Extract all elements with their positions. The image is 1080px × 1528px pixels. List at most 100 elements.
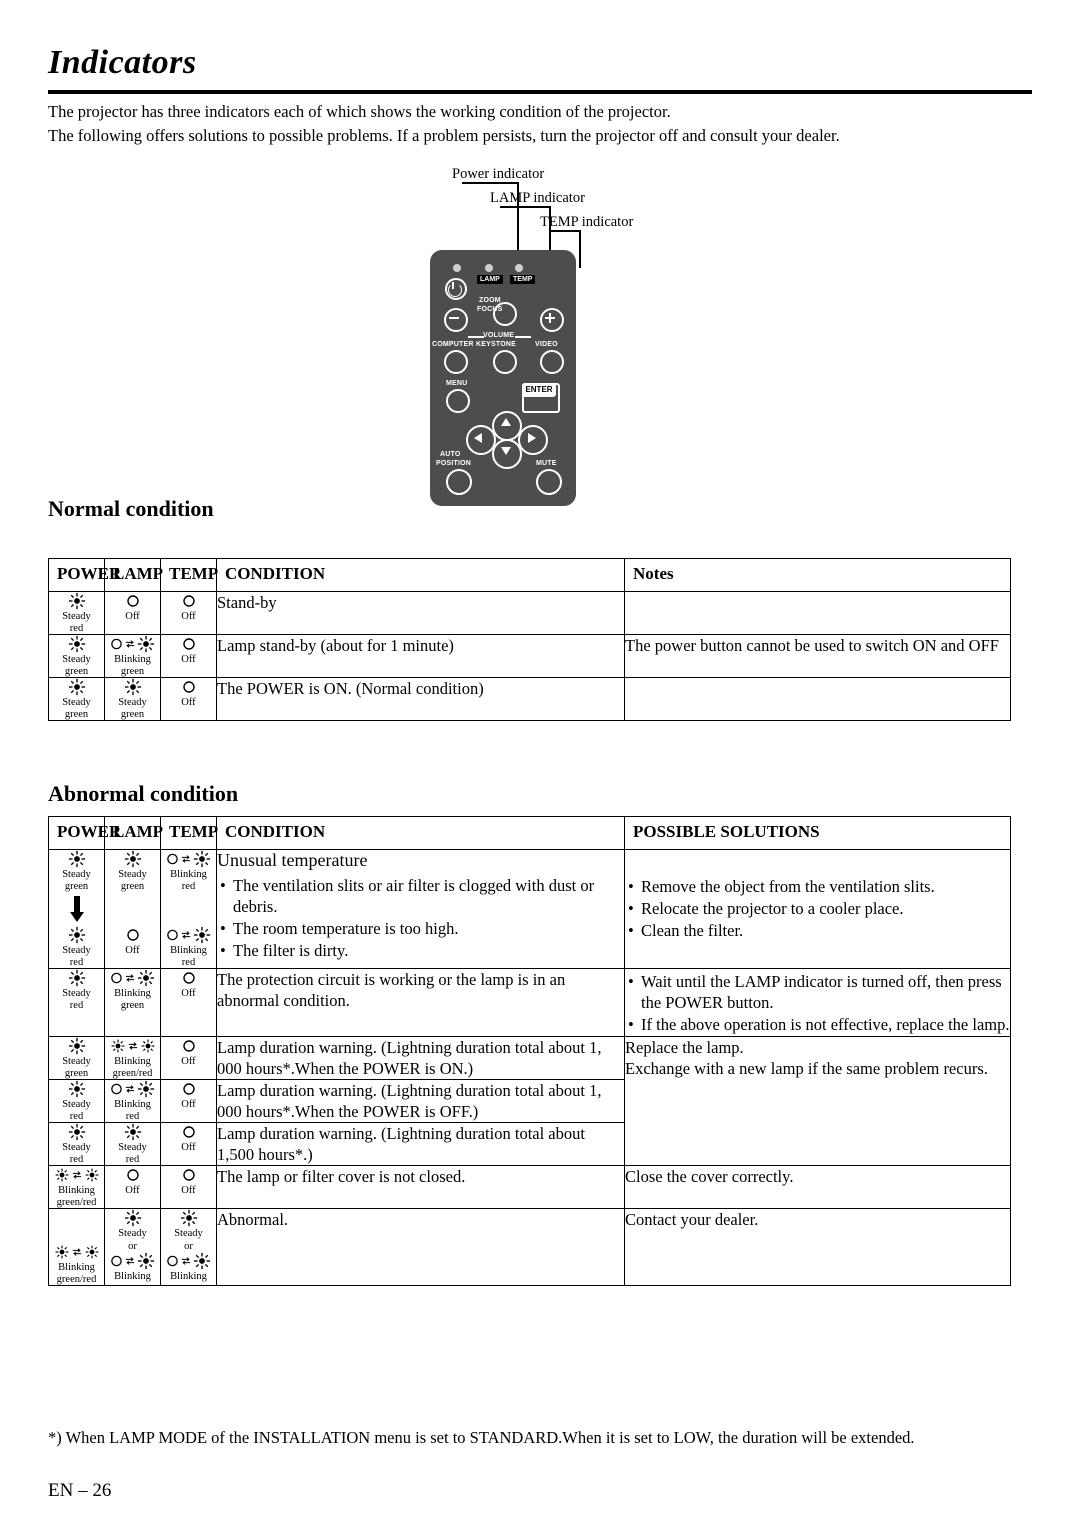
auto-label: AUTO (440, 451, 461, 458)
cell-lamp: Steady green Off (104, 849, 161, 969)
icon-blinking-alt (49, 1243, 104, 1261)
icon-label: Off (181, 697, 196, 708)
lamp-label: LAMP (477, 275, 503, 284)
cell-power: Steady red (48, 968, 105, 1037)
icon-label: Blinking (114, 1271, 151, 1282)
col-temp: TEMP (160, 558, 218, 592)
cell-condition: Stand-by (216, 591, 625, 635)
mute-button[interactable] (536, 469, 562, 495)
col-lamp: LAMP (104, 816, 163, 850)
icon-label: Blinking green (114, 654, 151, 677)
lamp-indicator-led (485, 264, 493, 272)
icon-label: Steady red (62, 1099, 91, 1122)
cell-lamp: Blinking red (104, 1079, 161, 1123)
keystone-button[interactable] (493, 350, 517, 374)
icon-label: Blinking green/red (56, 1185, 97, 1208)
cell-power: Steady green Steady red (48, 849, 105, 969)
icon-off (105, 1166, 160, 1184)
icon-off (161, 969, 216, 987)
cell-power: Steady red (48, 591, 105, 635)
icon-steady (49, 1037, 104, 1055)
computer-label: COMPUTER (432, 341, 474, 348)
icon-blinking (105, 1252, 160, 1270)
keystone-label: KEYSTONE (476, 341, 516, 348)
col-condition: CONDITION (216, 816, 625, 850)
col-lamp: LAMP (104, 558, 163, 592)
focus-button[interactable] (493, 302, 517, 326)
icon-label: Steady green (62, 1056, 91, 1079)
remote-control-diagram: Power indicator LAMP indicator TEMP indi… (430, 166, 690, 506)
cell-temp: Off (160, 591, 217, 635)
menu-button[interactable] (446, 389, 470, 413)
cell-solutions: Contact your dealer. (624, 1208, 1011, 1286)
computer-button[interactable] (444, 350, 468, 374)
icon-blinking (161, 926, 216, 944)
icon-label: Off (125, 1185, 140, 1196)
cell-temp: Off (160, 1036, 217, 1080)
col-condition: CONDITION (216, 558, 625, 592)
cell-temp: Off (160, 1165, 217, 1209)
icon-label: Off (181, 654, 196, 665)
list-item: The room temperature is too high. (217, 918, 624, 939)
icon-label: Off (181, 1142, 196, 1153)
list-item: The filter is dirty. (217, 940, 624, 961)
zoom-plus-button[interactable] (540, 308, 564, 332)
callout-lamp-indicator: LAMP indicator (490, 190, 585, 206)
icon-off (161, 1123, 216, 1141)
cell-condition: Lamp duration warning. (Lightning durati… (216, 1036, 625, 1080)
col-power: POWER (48, 558, 121, 592)
icon-blinking (105, 635, 160, 653)
cell-temp: Off (160, 1079, 217, 1123)
cell-temp: Off (160, 677, 217, 721)
icon-steady (49, 926, 104, 944)
cell-temp: Off (160, 634, 217, 678)
solution-bullets: Wait until the LAMP indicator is turned … (625, 971, 1010, 1035)
condition-title: Unusual temperature (217, 850, 368, 870)
cell-power: Steady red (48, 1079, 105, 1123)
icon-blinking (105, 969, 160, 987)
video-button[interactable] (540, 350, 564, 374)
icon-label: Steady red (62, 945, 91, 968)
manual-page: Indicators The projector has three indic… (0, 0, 1080, 1528)
icon-label: Steady red (62, 988, 91, 1011)
icon-label: Steady red (62, 1142, 91, 1165)
leader-line-power-h (462, 182, 518, 184)
power-indicator-led (453, 264, 461, 272)
icon-label: Steady green (62, 697, 91, 720)
auto-position-button[interactable] (446, 469, 472, 495)
table-row: Steady red Blinking green Off The protecti… (48, 968, 1011, 1037)
icon-blinking (105, 1080, 160, 1098)
icon-label: Off (181, 611, 196, 622)
icon-off (161, 678, 216, 696)
condition-bullets: The ventilation slits or air filter is c… (217, 875, 624, 961)
table-row: Blinking green/red Steady or Blinking St… (48, 1208, 1011, 1286)
col-notes: Notes (624, 558, 1011, 592)
minus-icon (449, 317, 459, 319)
cell-lamp: Steady red (104, 1122, 161, 1166)
video-label: VIDEO (535, 341, 558, 348)
icon-label: Off (181, 988, 196, 999)
zoom-minus-button[interactable] (444, 308, 468, 332)
mute-label: MUTE (536, 460, 557, 467)
cell-solutions: Close the cover correctly. (624, 1165, 1011, 1209)
temp-indicator-led (515, 264, 523, 272)
table-header-row: POWER LAMP TEMP CONDITION POSSIBLE SOLUT… (48, 816, 1011, 850)
icon-label-or: or (184, 1240, 193, 1252)
up-arrow-icon (501, 418, 511, 426)
icon-label: Blinking red (114, 1099, 151, 1122)
leader-line-temp-v (579, 230, 581, 268)
page-title: Indicators (48, 44, 197, 81)
cell-condition: The POWER is ON. (Normal condition) (216, 677, 625, 721)
icon-steady (49, 969, 104, 987)
cell-lamp: Off (104, 1165, 161, 1209)
solution-bullets: Remove the object from the ventilation s… (625, 876, 1010, 941)
icon-off (105, 592, 160, 610)
intro-line-1: The projector has three indicators each … (48, 102, 671, 121)
table-row: Steadygreen Steadyred Steadygreen Off (48, 849, 1011, 969)
cell-solutions: Wait until the LAMP indicator is turned … (624, 968, 1011, 1037)
cell-lamp: Blinking green (104, 968, 161, 1037)
icon-label: Steady green (62, 869, 91, 892)
icon-steady (49, 850, 104, 868)
cell-notes (624, 591, 1011, 635)
cell-condition: The protection circuit is working or the… (216, 968, 625, 1037)
